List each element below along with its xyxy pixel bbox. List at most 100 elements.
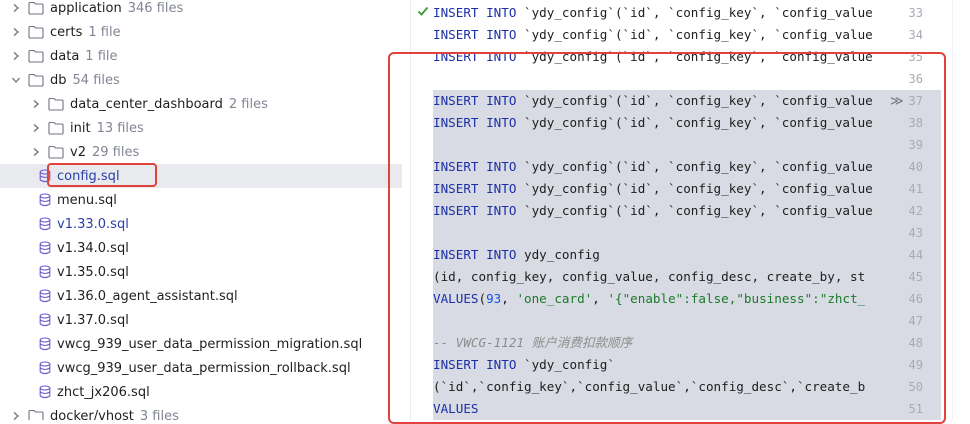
tree-folder-row[interactable]: init 13 files — [0, 116, 410, 140]
tree-item-count: 13 files — [96, 120, 144, 136]
check-icon — [417, 5, 429, 17]
code-token: `ydy_config`(`id`, `config_key`, `config… — [516, 159, 873, 174]
tree-item-count: 2 files — [228, 96, 268, 112]
code-token: VALUES — [433, 401, 479, 416]
line-number: 36 — [908, 72, 923, 86]
tree-folder-row[interactable]: data 1 file — [0, 44, 410, 68]
tree-folder-row[interactable]: docker/vhost 3 files — [0, 404, 410, 420]
chevron-right-icon[interactable] — [10, 26, 22, 38]
code-line[interactable]: (id, config_key, config_value, config_de… — [433, 266, 879, 288]
tree-file-row[interactable]: zhct_jx206.sql — [0, 380, 410, 404]
code-line[interactable]: -- VWCG-1121 账户消费扣款顺序 — [433, 332, 879, 354]
tree-item-name: v1.36.0_agent_assistant.sql — [57, 288, 238, 304]
code-token: `ydy_config`(`id`, `config_key`, `config… — [516, 93, 873, 108]
line-number: 40 — [908, 160, 923, 174]
code-line[interactable] — [433, 134, 879, 156]
tree-item-count: 29 files — [91, 144, 140, 160]
code-line[interactable]: (`id`,`config_key`,`config_value`,`confi… — [433, 376, 879, 398]
folder-icon — [48, 97, 64, 111]
code-token: `ydy_config` — [516, 357, 615, 372]
tree-file-row[interactable]: menu.sql — [0, 188, 410, 212]
code-token: -- VWCG-1121 账户消费扣款顺序 — [433, 335, 633, 350]
tree-folder-row[interactable]: data_center_dashboard 2 files — [0, 92, 410, 116]
line-number: 33 — [908, 6, 923, 20]
code-token: INSERT INTO — [433, 49, 517, 64]
code-token: INSERT INTO — [433, 5, 517, 20]
folder-icon — [48, 145, 64, 159]
folder-icon — [28, 49, 44, 63]
tree-file-row[interactable]: v1.35.0.sql — [0, 260, 410, 284]
tree-item-name: vwcg_939_user_data_permission_migration.… — [57, 336, 363, 352]
code-editor[interactable]: INSERT INTO `ydy_config`(`id`, `config_k… — [410, 0, 970, 420]
line-number: 41 — [908, 182, 923, 196]
line-number: 51 — [908, 402, 923, 416]
line-number: 45 — [908, 270, 923, 284]
tree-item-count: 1 file — [85, 48, 118, 64]
tree-folder-row[interactable]: application 346 files — [0, 0, 410, 20]
chevron-right-icon[interactable] — [10, 50, 22, 62]
tree-item-name: application — [50, 0, 122, 16]
database-file-icon — [39, 265, 51, 279]
tree-file-row[interactable]: v1.36.0_agent_assistant.sql — [0, 284, 410, 308]
code-line[interactable]: INSERT INTO `ydy_config`(`id`, `config_k… — [433, 46, 879, 68]
code-token: `ydy_config`(`id`, `config_key`, `config… — [516, 49, 873, 64]
line-number: 50 — [908, 380, 923, 394]
project-tree: application 346 files certs 1 file data 1 fil… — [0, 0, 410, 420]
fold-marker-icon[interactable]: ≫ — [890, 94, 906, 109]
code-line[interactable]: INSERT INTO `ydy_config`(`id`, `config_k… — [433, 2, 879, 24]
tree-file-row[interactable]: v1.37.0.sql — [0, 308, 410, 332]
code-token: `ydy_config`(`id`, `config_key`, `config… — [516, 203, 873, 218]
tree-folder-row[interactable]: db 54 files — [0, 68, 410, 92]
line-number: 44 — [908, 248, 923, 262]
database-file-icon — [39, 241, 51, 255]
code-token: INSERT INTO — [433, 93, 517, 108]
tree-item-name: v1.35.0.sql — [57, 264, 129, 280]
tree-folder-row[interactable]: v2 29 files — [0, 140, 410, 164]
code-line[interactable] — [433, 68, 879, 90]
tree-item-count: 54 files — [72, 72, 120, 88]
database-file-icon — [39, 385, 51, 399]
code-line[interactable]: INSERT INTO `ydy_config`(`id`, `config_k… — [433, 200, 879, 222]
chevron-right-icon[interactable] — [30, 122, 42, 134]
chevron-right-icon[interactable] — [10, 2, 22, 14]
database-file-icon — [39, 337, 51, 351]
tree-file-row[interactable]: vwcg_939_user_data_permission_migration.… — [0, 332, 410, 356]
highlight-box-config-sql — [47, 163, 157, 187]
code-line[interactable]: INSERT INTO ydy_config — [433, 244, 879, 266]
code-line[interactable]: VALUES — [433, 398, 879, 420]
code-token: (id, config_key, config_value, config_de… — [433, 269, 866, 284]
database-file-icon — [39, 361, 51, 375]
code-line[interactable] — [433, 310, 879, 332]
chevron-right-icon[interactable] — [30, 98, 42, 110]
tree-file-row[interactable]: v1.33.0.sql — [0, 212, 410, 236]
editor-scrollbar[interactable] — [952, 0, 967, 420]
chevron-down-icon[interactable] — [10, 74, 22, 86]
tree-item-name: zhct_jx206.sql — [57, 384, 150, 400]
chevron-right-icon[interactable] — [30, 146, 42, 158]
code-token: INSERT INTO — [433, 247, 517, 262]
tree-file-row[interactable]: vwcg_939_user_data_permission_rollback.s… — [0, 356, 410, 380]
code-token: , — [501, 291, 517, 306]
code-line[interactable]: INSERT INTO `ydy_config`(`id`, `config_k… — [433, 24, 879, 46]
code-line[interactable]: VALUES(93, 'one_card', '{"enable":false,… — [433, 288, 879, 310]
tree-folder-row[interactable]: certs 1 file — [0, 20, 410, 44]
code-line[interactable]: INSERT INTO `ydy_config`(`id`, `config_k… — [433, 178, 879, 200]
code-token: , — [592, 291, 608, 306]
chevron-right-icon[interactable] — [10, 410, 22, 420]
code-line[interactable]: INSERT INTO `ydy_config`(`id`, `config_k… — [433, 90, 879, 112]
tree-item-name: data — [50, 48, 80, 64]
tree-file-row[interactable]: v1.34.0.sql — [0, 236, 410, 260]
code-token: 93 — [486, 291, 502, 306]
code-token: ydy_config — [516, 247, 600, 262]
line-number: 38 — [908, 116, 923, 130]
code-line[interactable]: INSERT INTO `ydy_config`(`id`, `config_k… — [433, 156, 879, 178]
folder-icon — [28, 409, 44, 420]
tree-item-name: certs — [50, 24, 83, 40]
tree-item-name: v1.34.0.sql — [57, 240, 129, 256]
folder-icon — [48, 121, 64, 135]
tree-item-name: v1.33.0.sql — [57, 216, 129, 232]
code-line[interactable]: INSERT INTO `ydy_config` — [433, 354, 879, 376]
line-number: 47 — [908, 314, 923, 328]
code-line[interactable]: INSERT INTO `ydy_config`(`id`, `config_k… — [433, 112, 879, 134]
code-line[interactable] — [433, 222, 879, 244]
